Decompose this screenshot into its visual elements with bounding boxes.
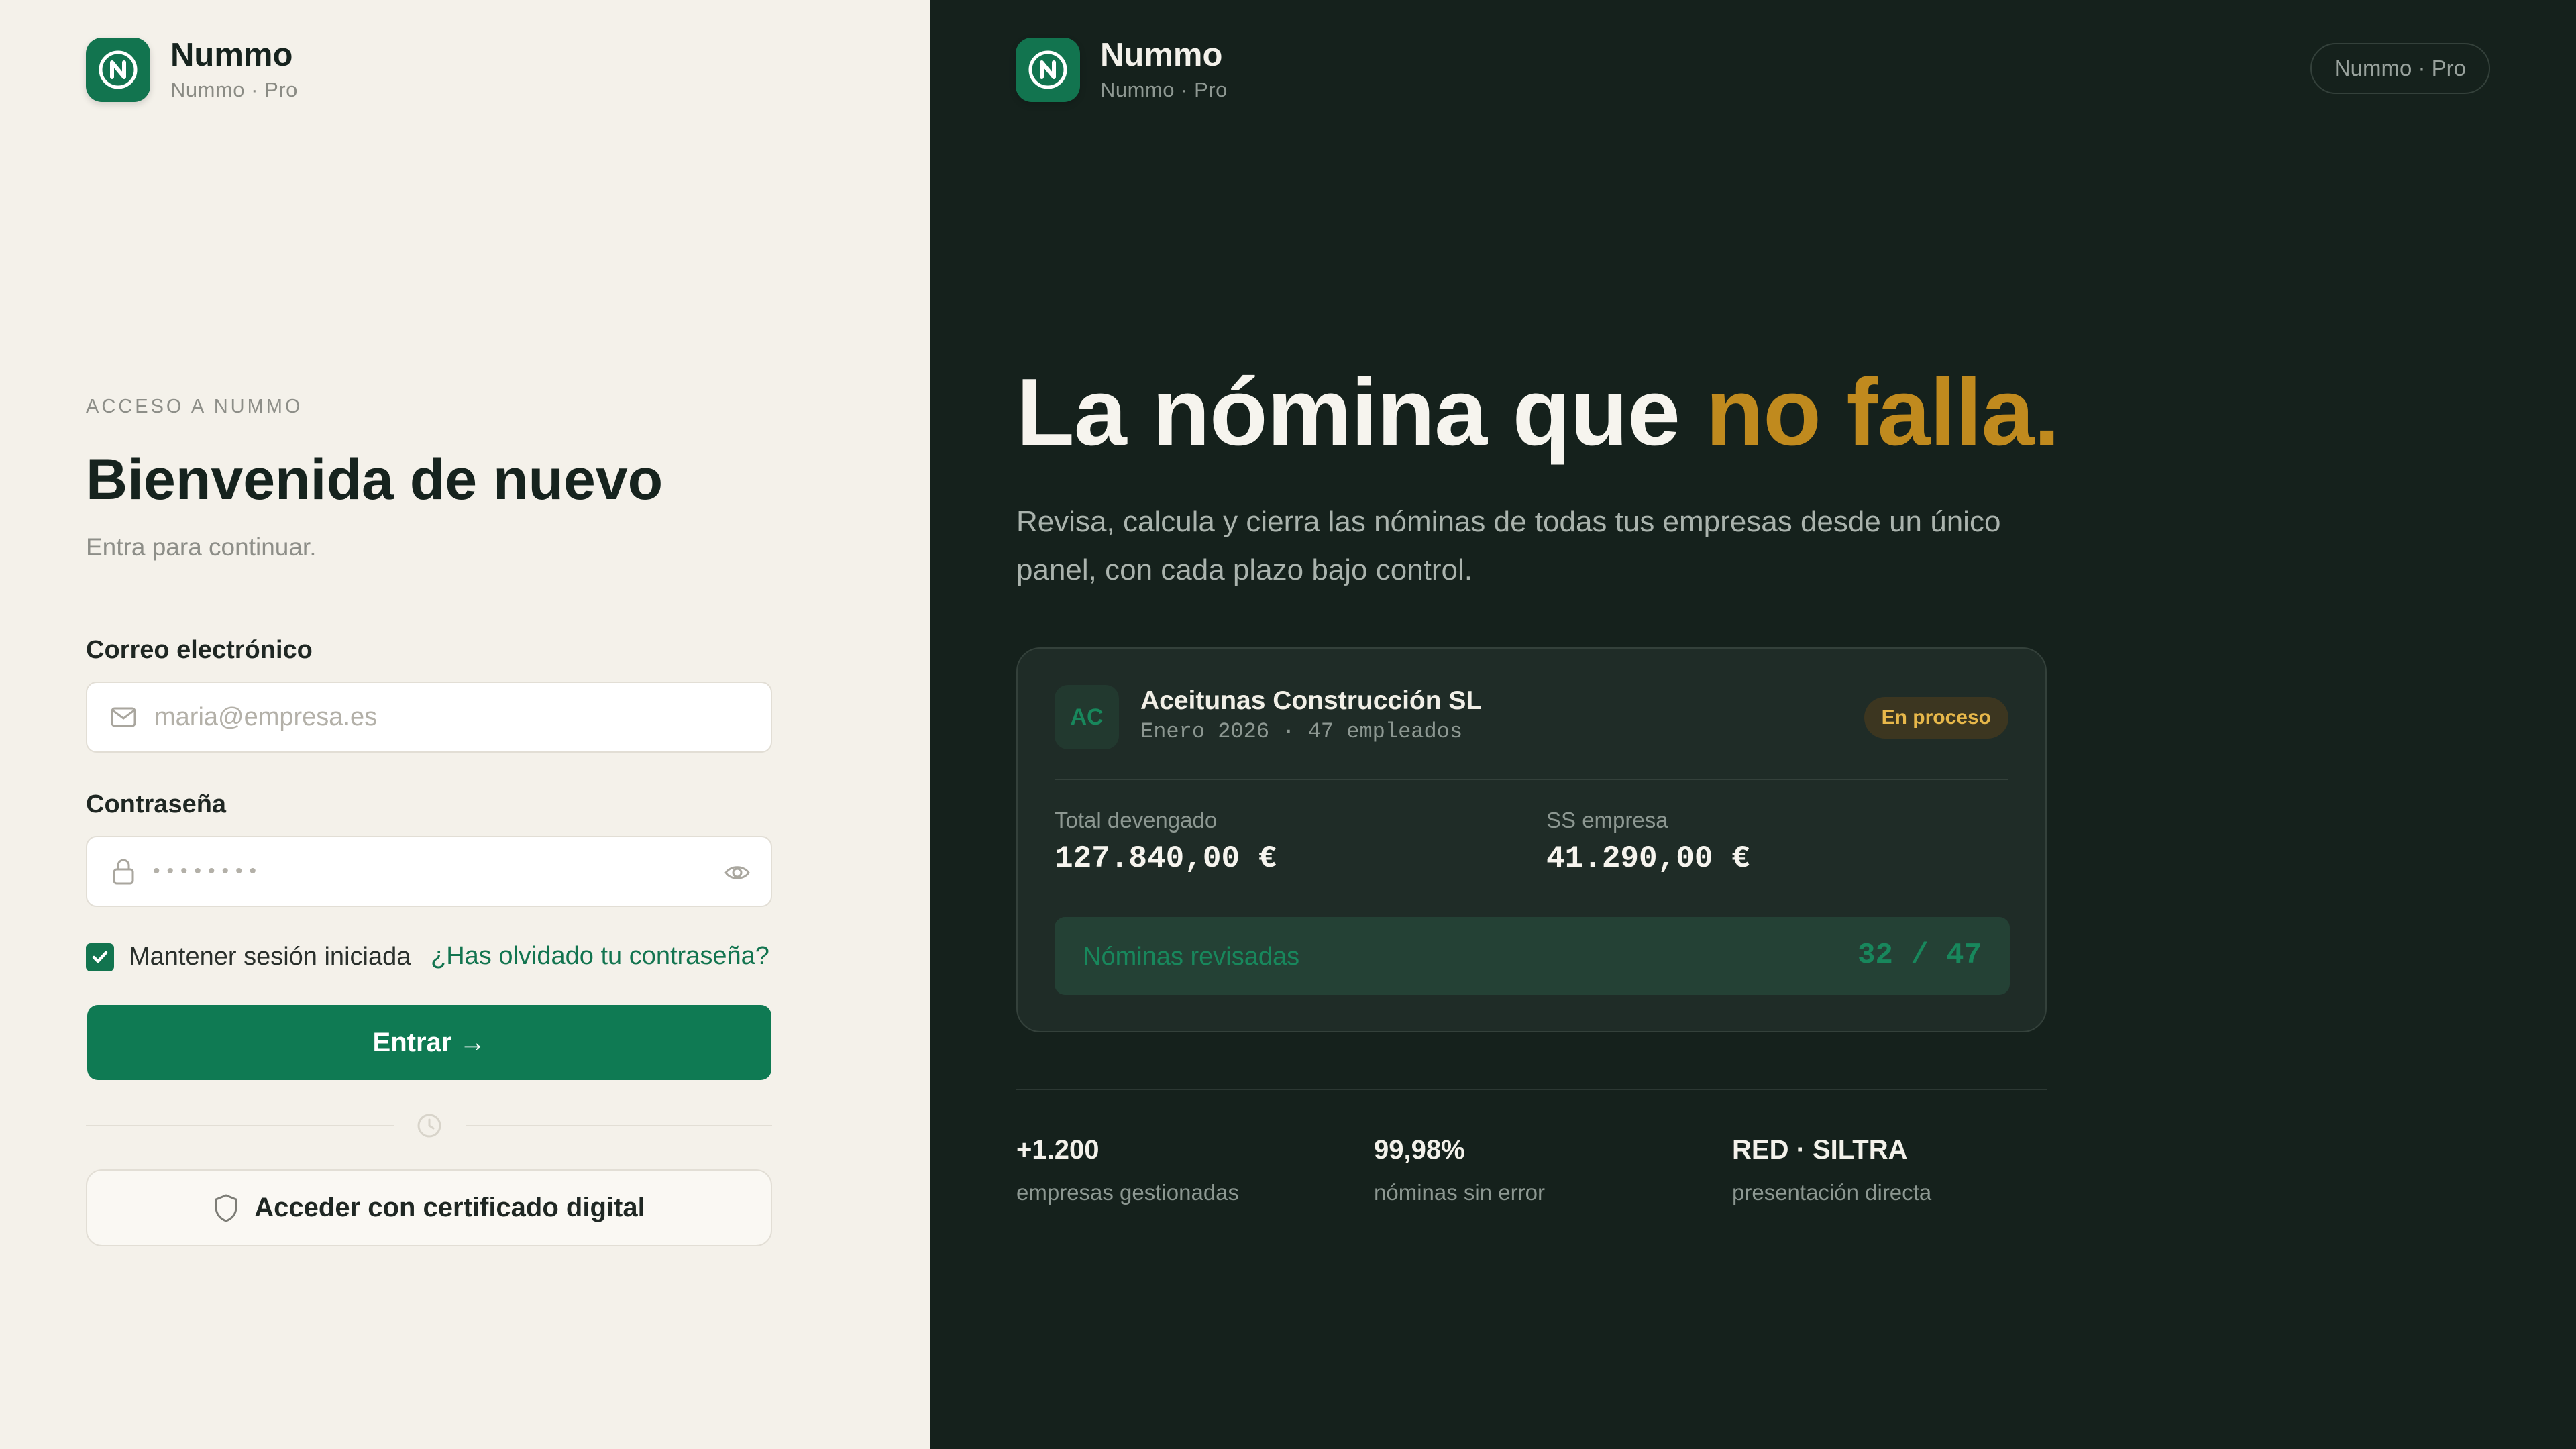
eyebrow: ACCESO A NUMMO <box>86 396 303 417</box>
metric-value-total: 127.840,00 € <box>1055 841 1277 876</box>
clock-icon <box>416 1112 443 1139</box>
metric-label-total: Total devengado <box>1055 808 1218 833</box>
metric-value-ss: 41.290,00 € <box>1546 841 1750 876</box>
payroll-card: AC Aceitunas Construcción SL Enero 2026 … <box>1016 647 2047 1032</box>
brand-name: Nummo <box>170 37 293 73</box>
hero-accent: no falla. <box>1705 359 2060 466</box>
lock-icon <box>110 858 137 885</box>
logo-n-icon <box>86 38 150 102</box>
brand-dark: Nummo Nummo · Pro <box>1016 36 1228 103</box>
password-input[interactable]: •••••••• <box>153 860 263 883</box>
shield-icon <box>213 1193 239 1223</box>
email-label: Correo electrónico <box>86 636 313 664</box>
company-name: Aceitunas Construcción SL <box>1140 686 1483 715</box>
brand-subtitle: Nummo · Pro <box>170 78 298 101</box>
email-input[interactable] <box>153 702 703 733</box>
remember-checkbox[interactable] <box>86 943 114 971</box>
remember-label: Mantener sesión iniciada <box>129 943 411 971</box>
card-divider <box>1055 779 2008 780</box>
password-field[interactable]: •••••••• <box>86 836 772 907</box>
status-badge: En proceso <box>1864 697 2008 739</box>
stat-accuracy: 99,98% nóminas sin error <box>1374 1135 1545 1205</box>
promo-panel: Nummo Nummo · Pro Nummo · Pro La nómina … <box>930 0 2576 1449</box>
email-field[interactable] <box>86 682 772 753</box>
logo-n-icon <box>1016 38 1080 102</box>
progress-label: Nóminas revisadas <box>1083 943 1300 971</box>
login-panel: Nummo Nummo · Pro ACCESO A NUMMO Bienven… <box>0 0 930 1449</box>
page-subtitle: Entra para continuar. <box>86 533 317 561</box>
divider-right <box>466 1125 772 1126</box>
certificate-button[interactable]: Acceder con certificado digital <box>86 1169 772 1246</box>
eye-icon[interactable] <box>724 859 751 886</box>
hero-description: Revisa, calcula y cierra las nóminas de … <box>1016 505 2001 586</box>
remember-me[interactable]: Mantener sesión iniciada <box>86 943 411 971</box>
password-label: Contraseña <box>86 790 227 818</box>
hero-main: La nómina que <box>1016 359 1706 466</box>
certificate-button-label: Acceder con certificado digital <box>254 1193 645 1222</box>
brand-subtitle: Nummo · Pro <box>1100 78 1228 101</box>
brand-name: Nummo <box>1100 37 1223 73</box>
stat-value: 99,98% <box>1374 1135 1465 1165</box>
stat-value: +1.200 <box>1016 1135 1099 1165</box>
submit-button[interactable]: Entrar → <box>87 1005 771 1080</box>
check-icon <box>92 951 108 963</box>
stat-value: RED · SILTRA <box>1732 1135 1908 1165</box>
forgot-password-link[interactable]: ¿Has olvidado tu contraseña? <box>431 942 769 971</box>
stat-label: nóminas sin error <box>1374 1180 1545 1205</box>
stat-label: presentación directa <box>1732 1180 1932 1205</box>
stats-divider <box>1016 1089 2047 1090</box>
metric-label-ss: SS empresa <box>1546 808 1668 833</box>
stat-siltra: RED · SILTRA presentación directa <box>1732 1135 1931 1205</box>
plan-pill: Nummo · Pro <box>2310 43 2490 94</box>
stat-companies: +1.200 empresas gestionadas <box>1016 1135 1239 1205</box>
hero-headline: La nómina que no falla. <box>1016 352 2060 473</box>
mail-icon <box>110 704 137 731</box>
company-avatar: AC <box>1055 685 1119 749</box>
company-meta: Enero 2026 · 47 empleados <box>1140 719 1463 744</box>
progress-bar: Nóminas revisadas 32 / 47 <box>1055 917 2010 995</box>
stat-label: empresas gestionadas <box>1016 1180 1240 1205</box>
progress-count: 32 / 47 <box>1858 938 1982 972</box>
page-title: Bienvenida de nuevo <box>86 447 663 512</box>
brand: Nummo Nummo · Pro <box>86 36 298 103</box>
divider-left <box>86 1125 394 1126</box>
